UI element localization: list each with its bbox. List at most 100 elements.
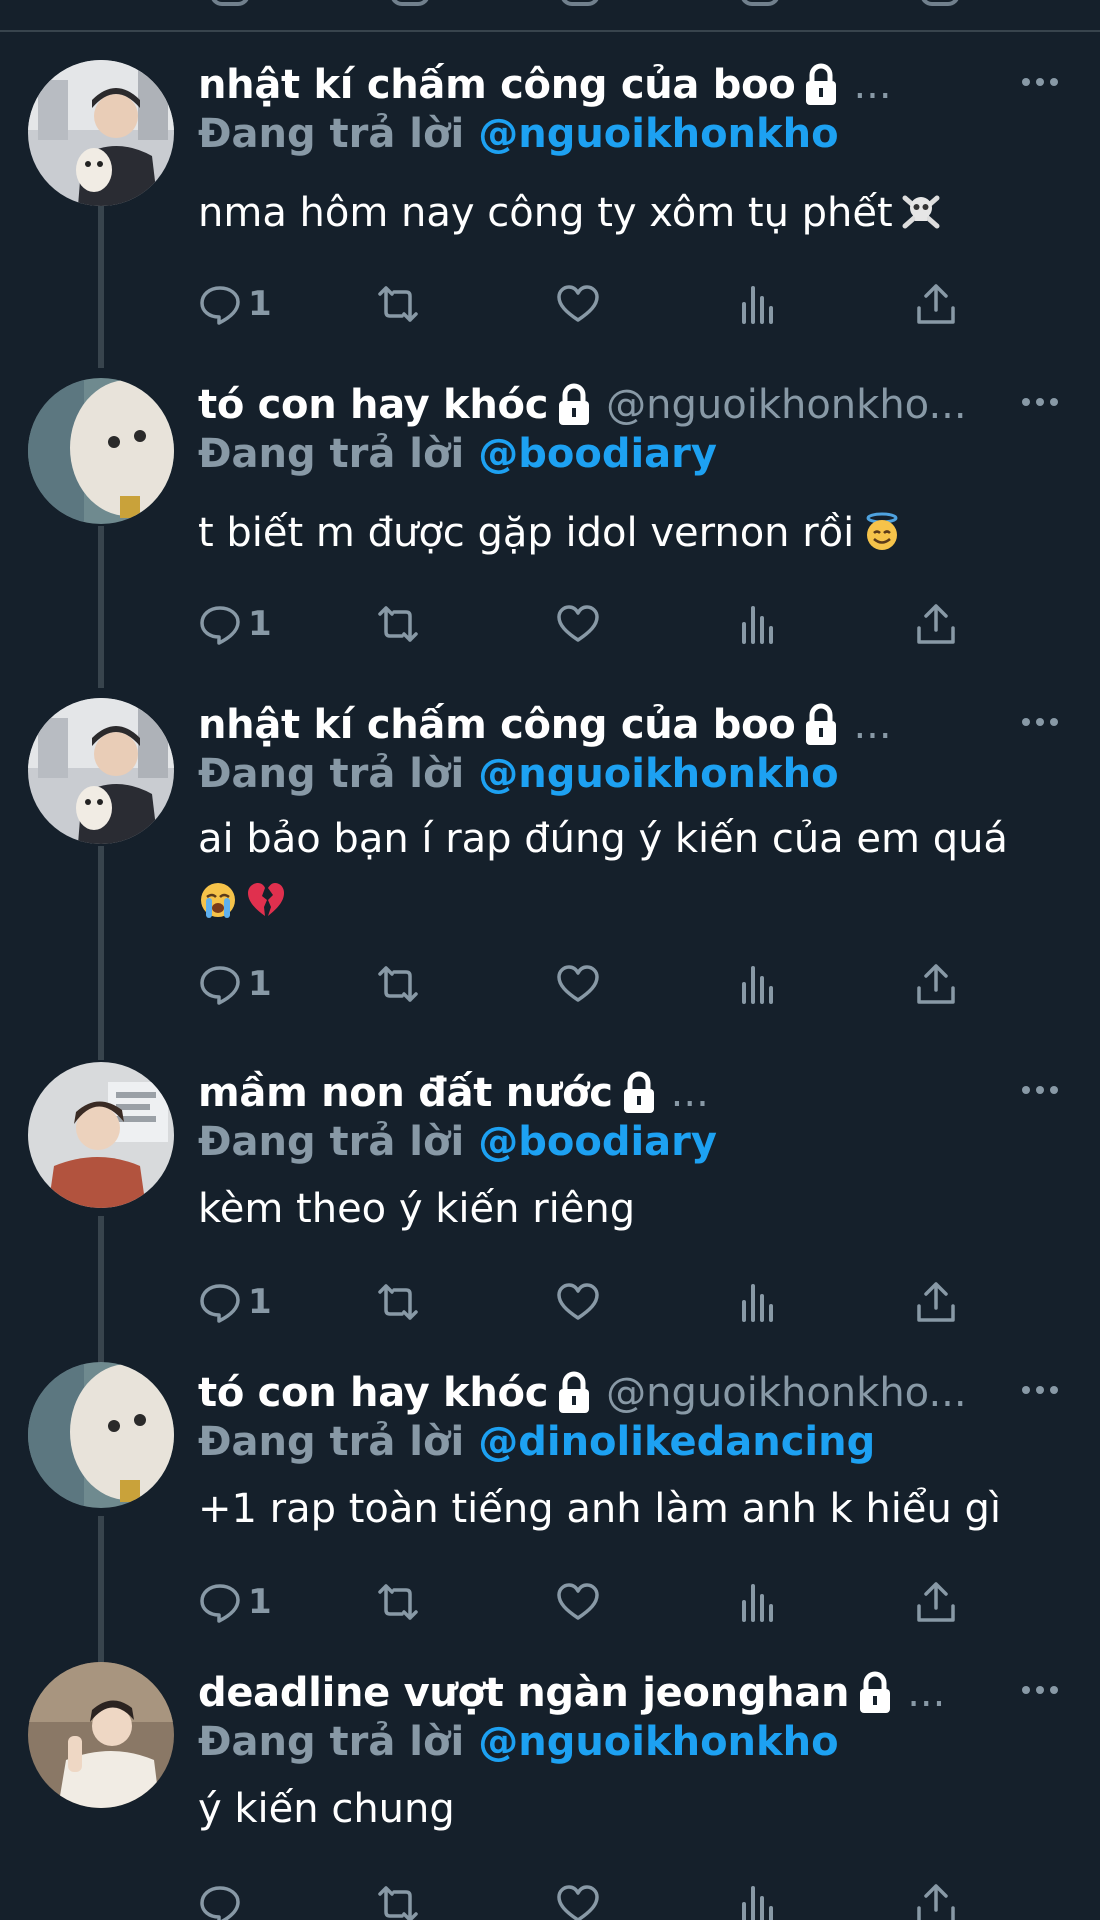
retweet-icon [378, 606, 418, 642]
tweet-text-content: t biết m được gặp idol vernon rồi [198, 510, 855, 556]
more-horizontal-icon[interactable] [1018, 1368, 1062, 1412]
share-button[interactable] [914, 1274, 958, 1330]
retweet-button[interactable] [376, 1574, 420, 1630]
thread-connector [98, 846, 104, 1060]
reply-button[interactable]: 1 [198, 956, 272, 1012]
analytics-button[interactable] [736, 1574, 780, 1630]
tweet-text-content: nma hôm nay công ty xôm tụ phết [198, 190, 893, 236]
tweet-text-content: ý kiến chung [198, 1786, 455, 1832]
lock-icon [559, 383, 590, 425]
heart-icon [557, 1885, 599, 1920]
reply-mention-link[interactable]: @boodiary [478, 1119, 717, 1165]
avatar[interactable] [28, 378, 174, 524]
avatar[interactable] [28, 60, 174, 206]
reply-button[interactable]: 1 [198, 596, 272, 652]
user-handle[interactable]: ... [853, 62, 891, 108]
lock-icon [623, 1071, 654, 1113]
previous-tweet-actions-cutoff [0, 0, 1100, 32]
reply-mention-link[interactable]: @nguoikhonkho [478, 111, 838, 157]
user-handle[interactable]: ... [671, 1070, 709, 1116]
retweet-icon [378, 1886, 418, 1920]
display-name[interactable]: nhật kí chấm công của boo [198, 702, 796, 748]
more-horizontal-icon[interactable] [1018, 60, 1062, 104]
more-horizontal-icon[interactable] [1018, 1668, 1062, 1712]
share-button[interactable] [914, 1876, 958, 1920]
tweet-text: +1 rap toàn tiếng anh làm anh k hiểu gì [198, 1478, 1058, 1540]
tweet-actions [198, 1876, 998, 1920]
lock-icon [860, 1671, 891, 1713]
analytics-button[interactable] [736, 596, 780, 652]
retweet-button[interactable] [376, 1876, 420, 1920]
tweet-text: nma hôm nay công ty xôm tụ phết [198, 182, 1058, 244]
analytics-button[interactable] [736, 956, 780, 1012]
reply-count: 1 [248, 964, 272, 1004]
retweet-icon [378, 286, 418, 322]
reply-mention-link[interactable]: @nguoikhonkho [478, 751, 838, 797]
more-horizontal-icon[interactable] [1018, 1068, 1062, 1112]
share-button[interactable] [914, 596, 958, 652]
like-button[interactable] [556, 276, 600, 332]
reply-button[interactable]: 1 [198, 1274, 272, 1330]
replying-to-label: Đang trả lời [198, 751, 465, 797]
reply-button[interactable]: 1 [198, 1574, 272, 1630]
reply-mention-link[interactable]: @dinolikedancing [478, 1419, 875, 1465]
like-button[interactable] [556, 1274, 600, 1330]
share-button[interactable] [914, 1574, 958, 1630]
reply-mention-link[interactable]: @boodiary [478, 431, 717, 477]
tweet-text: ý kiến chung [198, 1778, 1058, 1840]
heart-icon [557, 1583, 599, 1620]
reply-button[interactable]: 1 [198, 276, 272, 332]
share-button[interactable] [914, 956, 958, 1012]
display-name[interactable]: deadline vượt ngàn jeonghan [198, 1670, 850, 1716]
analytics-icon [742, 1886, 773, 1920]
broken-heart-emoji-icon [248, 883, 284, 916]
replying-to-label: Đang trả lời [198, 111, 465, 157]
display-name[interactable]: tó con hay khóc [198, 382, 548, 428]
reply-mention-link[interactable]: @nguoikhonkho [478, 1719, 838, 1765]
heart-icon [557, 605, 599, 642]
tweet-actions: 1 [198, 956, 998, 1012]
display-name[interactable]: nhật kí chấm công của boo [198, 62, 796, 108]
reply-count: 1 [248, 1582, 272, 1622]
analytics-icon [742, 606, 773, 644]
display-name[interactable]: tó con hay khóc [198, 1370, 548, 1416]
like-button[interactable] [556, 1574, 600, 1630]
analytics-button[interactable] [736, 276, 780, 332]
analytics-button[interactable] [736, 1274, 780, 1330]
avatar[interactable] [28, 1062, 174, 1208]
retweet-icon [378, 1284, 418, 1320]
replying-to-label: Đang trả lời [198, 1719, 465, 1765]
smiling-face-with-halo-emoji-icon [866, 512, 898, 550]
replying-to-label: Đang trả lời [198, 431, 465, 477]
lock-icon [806, 703, 837, 745]
more-horizontal-icon[interactable] [1018, 380, 1062, 424]
like-button[interactable] [556, 1876, 600, 1920]
user-handle[interactable]: ... [853, 702, 891, 748]
reply-count: 1 [248, 604, 272, 644]
user-handle[interactable]: ... [907, 1670, 945, 1716]
retweet-button[interactable] [376, 596, 420, 652]
analytics-button[interactable] [736, 1876, 780, 1920]
avatar[interactable] [28, 1362, 174, 1508]
heart-icon [557, 285, 599, 322]
retweet-button[interactable] [376, 956, 420, 1012]
thread-connector [98, 1516, 104, 1664]
thread-connector [98, 526, 104, 688]
more-horizontal-icon[interactable] [1018, 700, 1062, 744]
like-button[interactable] [556, 596, 600, 652]
like-button[interactable] [556, 956, 600, 1012]
avatar[interactable] [28, 1662, 174, 1808]
lock-icon [806, 63, 837, 105]
reply-button[interactable] [198, 1876, 248, 1920]
share-button[interactable] [914, 276, 958, 332]
tweet-text: t biết m được gặp idol vernon rồi [198, 502, 1058, 564]
replying-to-label: Đang trả lời [198, 1119, 465, 1165]
retweet-button[interactable] [376, 1274, 420, 1330]
display-name[interactable]: mầm non đất nước [198, 1070, 613, 1116]
retweet-button[interactable] [376, 276, 420, 332]
avatar[interactable] [28, 698, 174, 844]
user-handle[interactable]: @nguoikhonkho... [606, 1370, 966, 1416]
lock-icon [559, 1371, 590, 1413]
user-handle[interactable]: @nguoikhonkho... [606, 382, 966, 428]
heart-icon [557, 1283, 599, 1320]
